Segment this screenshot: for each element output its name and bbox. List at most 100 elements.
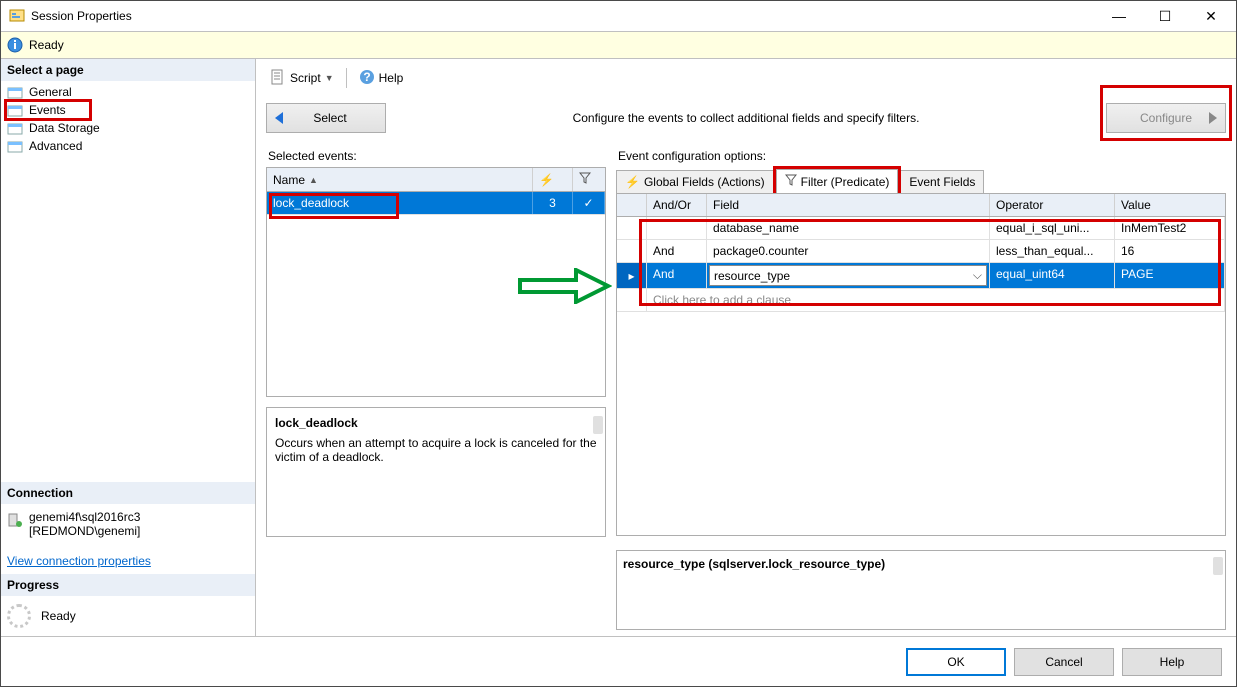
columns: Selected events: Name▲ ⚡ — [266, 143, 1226, 636]
filter-row[interactable]: database_name equal_i_sql_uni... InMemTe… — [617, 217, 1225, 240]
configure-button[interactable]: Configure — [1106, 103, 1226, 133]
page-label: Events — [29, 103, 66, 117]
operator-cell[interactable]: equal_uint64 — [990, 263, 1115, 288]
page-item-advanced[interactable]: Advanced — [1, 137, 255, 155]
filter-grid-area: And/Or Field Operator Value database_nam… — [616, 193, 1226, 536]
andor-cell[interactable]: And — [647, 263, 707, 288]
field-cell[interactable]: database_name — [707, 217, 990, 239]
minimize-button[interactable]: — — [1096, 1, 1142, 31]
chevron-down-icon: ▼ — [325, 73, 334, 83]
andor-cell[interactable] — [647, 217, 707, 239]
scrollbar[interactable] — [593, 416, 603, 434]
view-connection-properties-link[interactable]: View connection properties — [1, 548, 157, 574]
toolbar-separator — [346, 68, 347, 88]
left-sidebar: Select a page General Events Data Storag… — [1, 59, 256, 636]
session-properties-window: Session Properties — ☐ ✕ Ready Select a … — [0, 0, 1237, 687]
col-andor[interactable]: And/Or — [647, 194, 707, 216]
page-icon — [7, 121, 23, 135]
select-label: Select — [313, 111, 346, 125]
page-label: Advanced — [29, 139, 82, 153]
ok-button[interactable]: OK — [906, 648, 1006, 676]
funnel-icon — [579, 172, 591, 187]
col-value[interactable]: Value — [1115, 194, 1225, 216]
page-item-events[interactable]: Events — [1, 101, 255, 119]
predicate-detail-panel: resource_type (sqlserver.lock_resource_t… — [616, 550, 1226, 630]
progress-box: Ready — [1, 596, 255, 636]
status-infobar: Ready — [1, 31, 1236, 59]
maximize-button[interactable]: ☐ — [1142, 1, 1188, 31]
hint-text: Click here to add a clause — [647, 289, 1225, 311]
arrow-left-icon — [275, 112, 283, 124]
right-content: Script ▼ ? Help Select Configure the eve… — [256, 59, 1236, 636]
config-description: Configure the events to collect addition… — [386, 111, 1106, 125]
select-button[interactable]: Select — [266, 103, 386, 133]
col-name[interactable]: Name▲ — [267, 168, 533, 191]
connection-info: genemi4f\sql2016rc3 [REDMOND\genemi] — [1, 504, 255, 548]
dialog-footer: OK Cancel Help — [1, 636, 1236, 686]
event-config-column: Event configuration options: ⚡ Global Fi… — [616, 143, 1226, 630]
event-count-cell: 3 — [533, 192, 573, 214]
value-cell[interactable]: PAGE — [1115, 263, 1225, 288]
titlebar: Session Properties — ☐ ✕ — [1, 1, 1236, 31]
value-cell[interactable]: 16 — [1115, 240, 1225, 262]
scrollbar[interactable] — [1213, 557, 1223, 575]
help-button[interactable]: ? Help — [355, 67, 408, 90]
field-cell-editor[interactable]: resource_type ⌵ — [707, 263, 990, 288]
field-dropdown-value: resource_type — [714, 269, 790, 283]
page-label: Data Storage — [29, 121, 100, 135]
col-field[interactable]: Field — [707, 194, 990, 216]
field-cell[interactable]: package0.counter — [707, 240, 990, 262]
event-desc-body: Occurs when an attempt to acquire a lock… — [275, 436, 597, 464]
config-header: Select Configure the events to collect a… — [266, 103, 1226, 133]
cancel-button[interactable]: Cancel — [1014, 648, 1114, 676]
window-title: Session Properties — [31, 9, 1096, 23]
row-handle[interactable] — [617, 217, 647, 239]
operator-cell[interactable]: equal_i_sql_uni... — [990, 217, 1115, 239]
page-icon — [7, 85, 23, 99]
col-lightning[interactable]: ⚡ — [533, 168, 573, 191]
selected-events-label: Selected events: — [268, 149, 606, 163]
predicate-detail-text: resource_type (sqlserver.lock_resource_t… — [623, 557, 1219, 571]
chevron-down-icon[interactable]: ⌵ — [973, 268, 982, 283]
col-operator[interactable]: Operator — [990, 194, 1115, 216]
tab-filter-predicate[interactable]: Filter (Predicate) — [776, 169, 899, 193]
page-icon — [7, 103, 23, 117]
connection-user: [REDMOND\genemi] — [29, 524, 140, 538]
table-row[interactable]: lock_deadlock 3 ✓ — [267, 192, 605, 215]
event-desc-title: lock_deadlock — [275, 416, 597, 430]
add-clause-hint[interactable]: Click here to add a clause — [617, 289, 1225, 312]
row-handle[interactable] — [617, 240, 647, 262]
tab-event-fields[interactable]: Event Fields — [900, 170, 984, 193]
help-icon: ? — [359, 69, 375, 88]
page-icon — [7, 139, 23, 153]
event-description-panel: lock_deadlock Occurs when an attempt to … — [266, 407, 606, 537]
script-button[interactable]: Script ▼ — [266, 67, 338, 90]
script-label: Script — [290, 71, 321, 85]
script-icon — [270, 69, 286, 88]
value-cell[interactable]: InMemTest2 — [1115, 217, 1225, 239]
page-label: General — [29, 85, 72, 99]
operator-cell[interactable]: less_than_equal... — [990, 240, 1115, 262]
arrow-right-icon — [1209, 112, 1217, 124]
help-button[interactable]: Help — [1122, 648, 1222, 676]
filter-grid: And/Or Field Operator Value database_nam… — [617, 194, 1225, 312]
progress-spinner-icon — [7, 604, 31, 628]
row-handle[interactable]: ▸ — [617, 263, 647, 288]
page-item-data-storage[interactable]: Data Storage — [1, 119, 255, 137]
help-label: Help — [379, 71, 404, 85]
connection-header: Connection — [1, 482, 255, 504]
annotation-arrow-icon — [516, 268, 612, 307]
body: Select a page General Events Data Storag… — [1, 59, 1236, 636]
close-button[interactable]: ✕ — [1188, 1, 1234, 31]
row-indicator-icon: ▸ — [628, 269, 634, 283]
tab-label: Global Fields (Actions) — [644, 175, 765, 189]
andor-cell[interactable]: And — [647, 240, 707, 262]
page-item-general[interactable]: General — [1, 83, 255, 101]
col-filter[interactable] — [573, 168, 605, 191]
sort-asc-icon: ▲ — [309, 175, 318, 185]
filter-row-selected[interactable]: ▸ And resource_type ⌵ equal_uint64 — [617, 263, 1225, 289]
filter-row[interactable]: And package0.counter less_than_equal... … — [617, 240, 1225, 263]
config-tabs: ⚡ Global Fields (Actions) Filter (Predic… — [616, 167, 1226, 193]
progress-text: Ready — [41, 609, 76, 623]
tab-global-fields[interactable]: ⚡ Global Fields (Actions) — [616, 170, 774, 193]
